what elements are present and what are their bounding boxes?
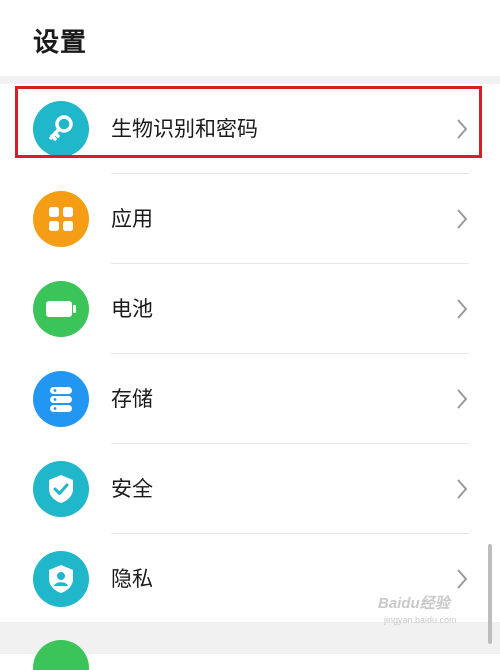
settings-item-label: 安全 — [111, 477, 153, 501]
settings-item-battery[interactable]: 电池 — [0, 264, 500, 354]
watermark: Baidu经验 — [378, 595, 450, 612]
settings-item-security[interactable]: 安全 — [0, 444, 500, 534]
scrollbar[interactable] — [488, 544, 492, 644]
watermark-url: jingyan.baidu.com — [384, 615, 457, 625]
shield-check-icon — [33, 461, 89, 517]
chevron-right-icon — [457, 209, 468, 229]
chevron-right-icon — [457, 299, 468, 319]
page-title: 设置 — [33, 28, 88, 58]
key-icon — [33, 101, 89, 157]
settings-item-label: 存储 — [111, 387, 153, 411]
settings-item-apps[interactable]: 应用 — [0, 174, 500, 264]
settings-item-storage[interactable]: 存储 — [0, 354, 500, 444]
header: 设置 — [0, 0, 500, 78]
chevron-right-icon — [457, 119, 468, 139]
chevron-right-icon — [457, 479, 468, 499]
battery-icon — [33, 281, 89, 337]
chevron-right-icon — [457, 569, 468, 589]
settings-item-label: 应用 — [111, 207, 153, 231]
settings-item-label: 电池 — [111, 297, 153, 321]
apps-grid-icon — [33, 191, 89, 247]
storage-icon — [33, 371, 89, 427]
settings-item-label: 隐私 — [111, 567, 153, 591]
section-gap — [0, 76, 500, 84]
privacy-shield-icon — [33, 551, 89, 607]
settings-item-biometrics[interactable]: 生物识别和密码 — [0, 84, 500, 174]
chevron-right-icon — [457, 389, 468, 409]
settings-item-label: 生物识别和密码 — [111, 117, 258, 141]
